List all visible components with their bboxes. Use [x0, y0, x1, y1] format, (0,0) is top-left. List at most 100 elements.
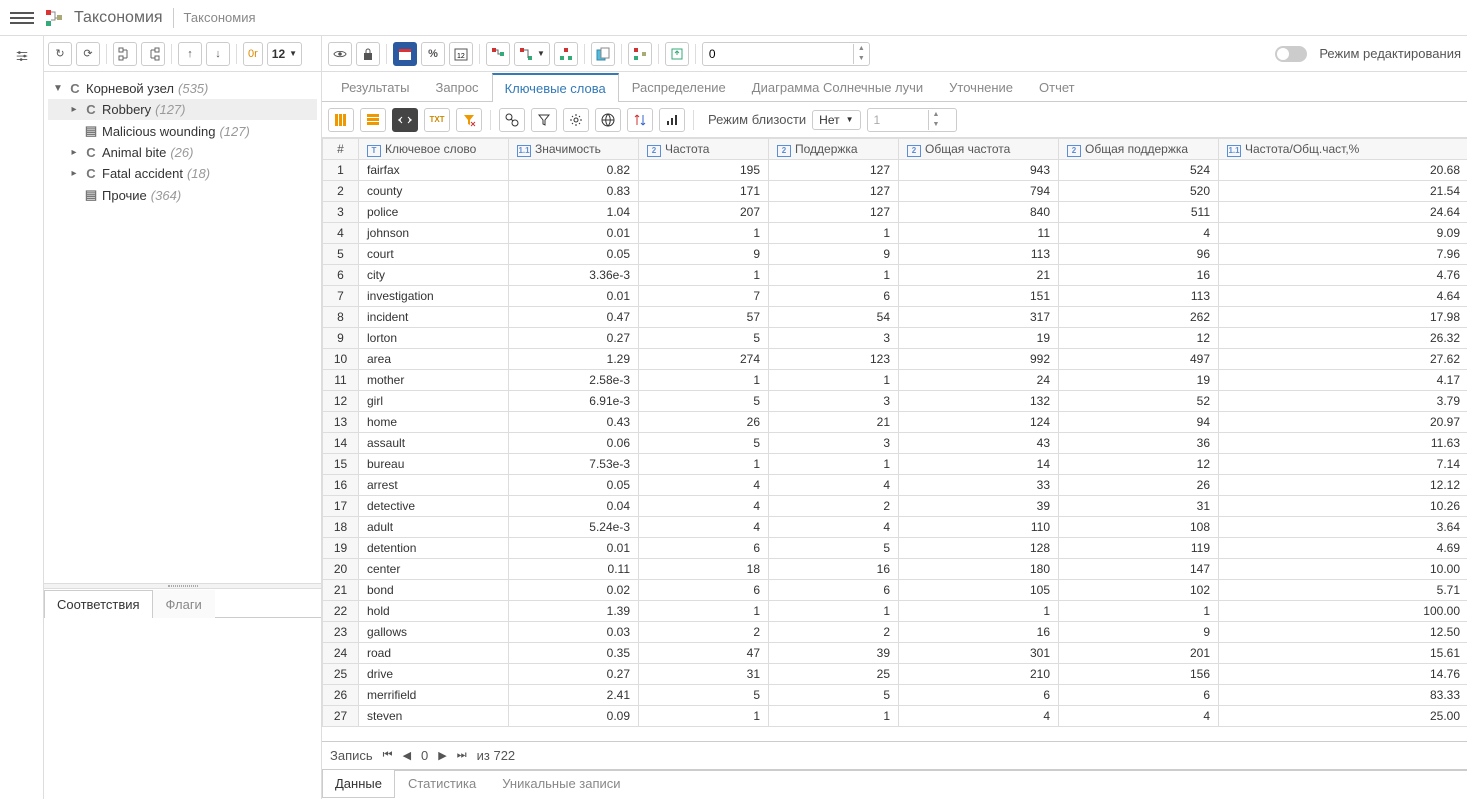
- globe-button[interactable]: [595, 108, 621, 132]
- settings-button[interactable]: [563, 108, 589, 132]
- edit-mode-toggle[interactable]: [1275, 46, 1307, 62]
- table-row[interactable]: 27steven0.09114425.00: [323, 706, 1467, 727]
- arrow-up-button[interactable]: ↑: [178, 42, 202, 66]
- spin-down[interactable]: ▼: [854, 54, 869, 64]
- table-row[interactable]: 19detention0.01651281194.69: [323, 538, 1467, 559]
- column-header[interactable]: 2Частота: [639, 139, 769, 160]
- number-input[interactable]: ▲▼: [702, 42, 870, 66]
- column-header[interactable]: 2Поддержка: [769, 139, 899, 160]
- nav-next-button[interactable]: ▶: [438, 749, 446, 762]
- hierarchy-4-button[interactable]: [628, 42, 652, 66]
- tree-expand-button[interactable]: [113, 42, 137, 66]
- calendar-1-button[interactable]: [393, 42, 417, 66]
- import-button[interactable]: [665, 42, 689, 66]
- or-button[interactable]: 0r: [243, 42, 263, 66]
- main-tab[interactable]: Отчет: [1026, 73, 1088, 102]
- bottom-tab[interactable]: Статистика: [395, 770, 489, 798]
- hierarchy-2-select[interactable]: ▼: [514, 42, 550, 66]
- table-row[interactable]: 20center0.11181618014710.00: [323, 559, 1467, 580]
- main-tab[interactable]: Диаграмма Солнечные лучи: [739, 73, 936, 102]
- filter-button[interactable]: [531, 108, 557, 132]
- sort-button[interactable]: [627, 108, 653, 132]
- nav-prev-button[interactable]: ◀: [403, 749, 411, 762]
- hierarchy-1-button[interactable]: [486, 42, 510, 66]
- bottom-tab[interactable]: Данные: [322, 770, 395, 798]
- keywords-table-wrap[interactable]: #TКлючевое слово1.1Значимость2Частота2По…: [322, 138, 1467, 742]
- eye-button[interactable]: [328, 42, 352, 66]
- rows-button[interactable]: [360, 108, 386, 132]
- arrow-down-button[interactable]: ↓: [206, 42, 230, 66]
- main-tab[interactable]: Уточнение: [936, 73, 1026, 102]
- table-row[interactable]: 11mother2.58e-31124194.17: [323, 370, 1467, 391]
- chevron-right-icon[interactable]: ▸: [68, 147, 80, 158]
- refresh-button[interactable]: ↻: [48, 42, 72, 66]
- column-header[interactable]: 2Общая поддержка: [1059, 139, 1219, 160]
- copy-button[interactable]: [591, 42, 615, 66]
- tree-node[interactable]: ▤Прочие (364): [48, 184, 317, 206]
- column-header[interactable]: TКлючевое слово: [359, 139, 509, 160]
- table-row[interactable]: 7investigation0.01761511134.64: [323, 286, 1467, 307]
- tree-node[interactable]: ▸CAnimal bite (26): [48, 142, 317, 163]
- table-row[interactable]: 10area1.2927412399249727.62: [323, 349, 1467, 370]
- table-row[interactable]: 14assault0.0653433611.63: [323, 433, 1467, 454]
- clear-filter-button[interactable]: [456, 108, 482, 132]
- main-tab[interactable]: Запрос: [422, 73, 491, 102]
- number-input-field[interactable]: [703, 47, 853, 61]
- table-row[interactable]: 1fairfax0.8219512794352420.68: [323, 160, 1467, 181]
- refresh-alt-button[interactable]: ⟳: [76, 42, 100, 66]
- menu-icon[interactable]: [10, 6, 34, 30]
- tree-node[interactable]: ▸CFatal accident (18): [48, 163, 317, 184]
- bottom-tab[interactable]: Уникальные записи: [489, 770, 633, 798]
- chart-button[interactable]: [659, 108, 685, 132]
- proximity-select[interactable]: Нет▼: [812, 110, 860, 130]
- sidebar-bottom-tab[interactable]: Соответствия: [44, 590, 153, 618]
- table-row[interactable]: 17detective0.0442393110.26: [323, 496, 1467, 517]
- nav-first-button[interactable]: ⏮: [383, 749, 393, 762]
- sliders-icon[interactable]: [10, 44, 34, 68]
- column-header[interactable]: 2Общая частота: [899, 139, 1059, 160]
- table-row[interactable]: 24road0.35473930120115.61: [323, 643, 1467, 664]
- column-header[interactable]: 1.1Значимость: [509, 139, 639, 160]
- expand-h-button[interactable]: [392, 108, 418, 132]
- tree-collapse-button[interactable]: [141, 42, 165, 66]
- prox-spin-down[interactable]: ▼: [929, 120, 944, 130]
- find-button[interactable]: [499, 108, 525, 132]
- table-row[interactable]: 3police1.0420712784051124.64: [323, 202, 1467, 223]
- font-size-select[interactable]: 12▼: [267, 42, 302, 66]
- table-row[interactable]: 12girl6.91e-353132523.79: [323, 391, 1467, 412]
- table-row[interactable]: 16arrest0.0544332612.12: [323, 475, 1467, 496]
- nav-last-button[interactable]: ⏭: [457, 749, 467, 762]
- main-tab[interactable]: Распределение: [619, 73, 739, 102]
- prox-spin-up[interactable]: ▲: [929, 110, 944, 120]
- column-header[interactable]: 1.1Частота/Общ.част,%: [1219, 139, 1467, 160]
- txt-button[interactable]: TXT: [424, 108, 450, 132]
- table-row[interactable]: 26merrifield2.41556683.33: [323, 685, 1467, 706]
- table-row[interactable]: 8incident0.47575431726217.98: [323, 307, 1467, 328]
- table-row[interactable]: 22hold1.391111100.00: [323, 601, 1467, 622]
- calendar-12-button[interactable]: 12: [449, 42, 473, 66]
- table-row[interactable]: 2county0.8317112779452021.54: [323, 181, 1467, 202]
- tree-node[interactable]: ▸CRobbery (127): [48, 99, 317, 120]
- columns-button[interactable]: [328, 108, 354, 132]
- table-row[interactable]: 13home0.4326211249420.97: [323, 412, 1467, 433]
- proximity-spinner-field[interactable]: [868, 113, 928, 127]
- table-row[interactable]: 5court0.0599113967.96: [323, 244, 1467, 265]
- sidebar-bottom-tab[interactable]: Флаги: [153, 590, 215, 618]
- table-row[interactable]: 23gallows0.032216912.50: [323, 622, 1467, 643]
- lock-button[interactable]: [356, 42, 380, 66]
- column-header[interactable]: #: [323, 139, 359, 160]
- proximity-spinner[interactable]: ▲▼: [867, 108, 957, 132]
- spin-up[interactable]: ▲: [854, 44, 869, 54]
- table-row[interactable]: 18adult5.24e-3441101083.64: [323, 517, 1467, 538]
- table-row[interactable]: 9lorton0.2753191226.32: [323, 328, 1467, 349]
- percent-button[interactable]: %: [421, 42, 445, 66]
- chevron-right-icon[interactable]: ▸: [68, 104, 80, 115]
- main-tab[interactable]: Результаты: [328, 73, 422, 102]
- table-row[interactable]: 15bureau7.53e-31114127.14: [323, 454, 1467, 475]
- table-row[interactable]: 21bond0.02661051025.71: [323, 580, 1467, 601]
- table-row[interactable]: 6city3.36e-31121164.76: [323, 265, 1467, 286]
- tree-node[interactable]: ▤Malicious wounding (127): [48, 120, 317, 142]
- main-tab[interactable]: Ключевые слова: [492, 73, 619, 102]
- table-row[interactable]: 25drive0.27312521015614.76: [323, 664, 1467, 685]
- tree-root[interactable]: ▼ C Корневой узел (535): [48, 78, 317, 99]
